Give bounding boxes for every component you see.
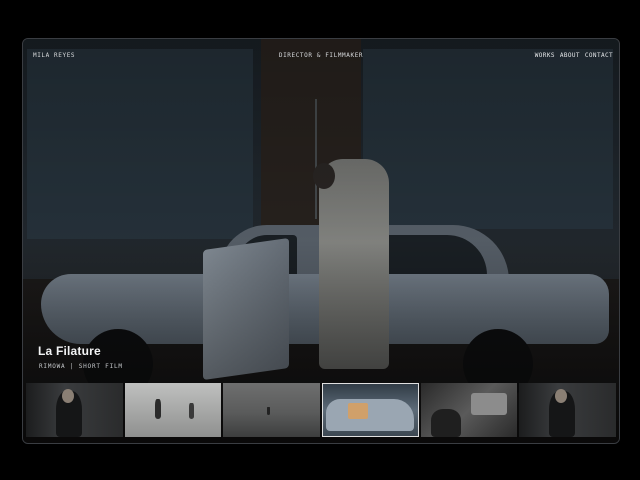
featured-title[interactable]: La Filature bbox=[38, 344, 101, 358]
featured-subtitle: RIMOWA | SHORT FILM bbox=[39, 363, 123, 370]
nav-about[interactable]: ABOUT bbox=[560, 52, 580, 59]
thumbnail-strip bbox=[26, 383, 617, 437]
nav-contact[interactable]: CONTACT bbox=[585, 52, 613, 59]
tagline: DIRECTOR & FILMMAKER bbox=[278, 52, 364, 59]
nav-works[interactable]: WORKS bbox=[535, 52, 555, 59]
thumb-car-driver[interactable] bbox=[322, 383, 419, 437]
portfolio-window: MILA REYES DIRECTOR & FILMMAKER WORKS AB… bbox=[22, 38, 620, 444]
thumb-grey-landscape[interactable] bbox=[223, 383, 321, 437]
thumb-portrait-man-suit[interactable] bbox=[26, 383, 123, 437]
thumb-figures-on-beach[interactable] bbox=[124, 383, 222, 437]
thumb-typewriter-desk[interactable] bbox=[420, 383, 518, 437]
top-bar: MILA REYES DIRECTOR & FILMMAKER WORKS AB… bbox=[23, 39, 619, 69]
main-nav: WORKS ABOUT CONTACT bbox=[535, 52, 613, 59]
thumb-portrait-man-suit-2[interactable] bbox=[519, 383, 617, 437]
